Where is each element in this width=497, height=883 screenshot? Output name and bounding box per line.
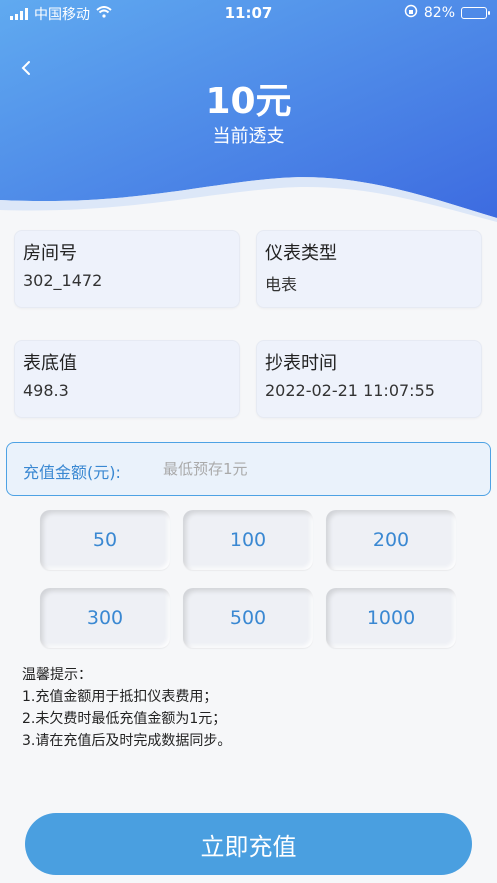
status-bar: 中国移动 11:07 82% xyxy=(0,0,497,26)
base-value-value: 498.3 xyxy=(23,381,69,400)
amount-option-200[interactable]: 200 xyxy=(326,510,456,570)
meter-type-label: 仪表类型 xyxy=(265,243,337,264)
amount-option-1000[interactable]: 1000 xyxy=(326,588,456,648)
recharge-now-button[interactable]: 立即充值 xyxy=(25,813,472,875)
recharge-amount-label: 充值金额(元): xyxy=(23,463,121,482)
header: 中国移动 11:07 82% 10元 当前透支 xyxy=(0,0,497,230)
overdraft-amount: 10元 xyxy=(205,81,292,122)
amount-option-100[interactable]: 100 xyxy=(183,510,313,570)
meter-type-value: 电表 xyxy=(265,275,298,294)
orientation-lock-icon xyxy=(404,4,418,22)
tips-section: 温馨提示： 1.充值金额用于抵扣仪表费用； 2.未欠费时最低充值金额为1元； 3… xyxy=(22,664,231,752)
amount-option-300[interactable]: 300 xyxy=(40,588,170,648)
room-label: 房间号 xyxy=(23,243,77,264)
room-card: 房间号 302_1472 xyxy=(14,230,240,308)
amount-option-50[interactable]: 50 xyxy=(40,510,170,570)
meter-type-card: 仪表类型 电表 xyxy=(256,230,482,308)
overdraft-label: 当前透支 xyxy=(212,126,285,147)
amount-option-500[interactable]: 500 xyxy=(183,588,313,648)
read-time-card: 抄表时间 2022-02-21 11:07:55 xyxy=(256,340,482,418)
tips-line-1: 1.充值金额用于抵扣仪表费用； xyxy=(22,689,218,705)
tips-line-3: 3.请在充值后及时完成数据同步。 xyxy=(22,733,232,749)
tips-title: 温馨提示： xyxy=(22,667,92,683)
tips-line-2: 2.未欠费时最低充值金额为1元； xyxy=(22,711,227,727)
base-value-label: 表底值 xyxy=(23,353,77,374)
recharge-amount-field[interactable]: 充值金额(元): xyxy=(6,442,491,496)
recharge-amount-input[interactable] xyxy=(163,455,463,483)
base-value-card: 表底值 498.3 xyxy=(14,340,240,418)
battery-percent: 82% xyxy=(423,5,455,21)
read-time-label: 抄表时间 xyxy=(265,353,337,374)
battery-icon xyxy=(461,7,490,19)
room-value: 302_1472 xyxy=(23,271,103,290)
read-time-value: 2022-02-21 11:07:55 xyxy=(265,381,435,400)
